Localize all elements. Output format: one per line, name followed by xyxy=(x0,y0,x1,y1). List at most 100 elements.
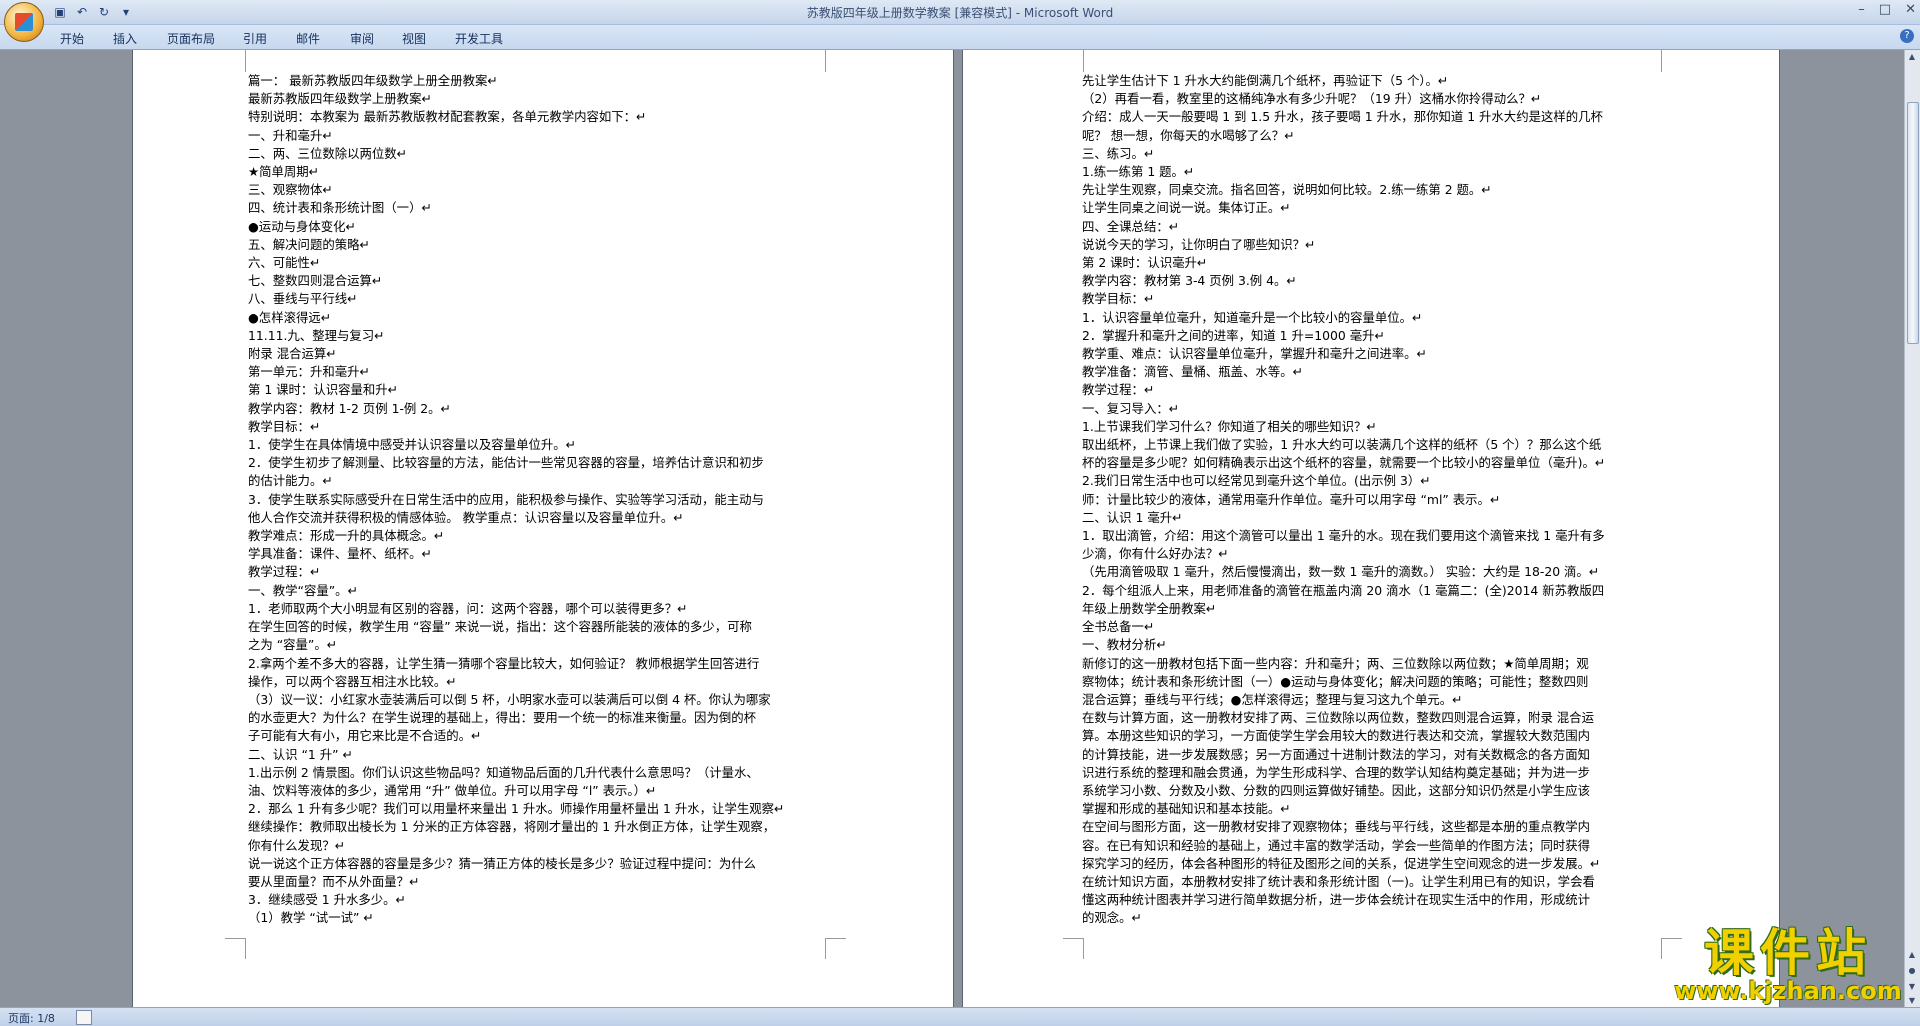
close-icon[interactable]: ✕ xyxy=(1905,2,1916,17)
text-line: 容。在已有知识和经验的基础上，通过丰富的数学活动，学会一些简单的作图方法；同时获… xyxy=(1082,837,1591,853)
text-line: 你有什么发现？↵ xyxy=(248,837,346,853)
crop-mark xyxy=(225,938,246,959)
text-line: 的观念。↵ xyxy=(1082,910,1142,926)
window-title: 苏教版四年级上册数学教案 [兼容模式] - Microsoft Word xyxy=(806,6,1114,20)
tab-insert[interactable]: 插入 xyxy=(113,30,137,47)
text-line: 二、两、三位数除以两位数↵ xyxy=(248,145,408,161)
document-page-right[interactable]: 先让学生估计下 1 升水大约能倒满几个纸杯，再验证下（5 个）。↵ （2）再看一看… xyxy=(963,50,1779,1010)
page-right-text: 先让学生估计下 1 升水大约能倒满几个纸杯，再验证下（5 个）。↵ （2）再看一看… xyxy=(1082,72,1605,928)
text-line: 呢？ 想一想，你每天的水喝够了么？↵ xyxy=(1082,127,1295,143)
text-line: 三、练习。↵ xyxy=(1082,145,1155,161)
text-line: 识进行系统的整理和融会贯通，为学生形成科学、合理的数学认知结构奠定基础；并为进一… xyxy=(1082,764,1591,780)
text-line: 的计算技能，进一步发展数感；另一方面通过十进制计数法的学习，对有关数概念的各方面… xyxy=(1082,746,1591,762)
page-left-text: 篇一： 最新苏教版四年级数学上册全册教案↵ 最新苏教版四年级数学上册教案↵ 特别… xyxy=(248,72,784,928)
text-line: 混合运算；垂线与平行线；●怎样滚得远；整理与复习这九个单元。↵ xyxy=(1082,691,1463,707)
text-line: 第 1 课时：认识容量和升↵ xyxy=(248,382,399,398)
text-line: 2.我们日常生活中也可以经常见到毫升这个单位。(出示例 3）↵ xyxy=(1082,473,1431,489)
watermark-title: 课件站 xyxy=(1704,924,1872,982)
text-line: （2）再看一看，教室里的这桶纯净水有多少升呢？（19 升）这桶水你拎得动么？↵ xyxy=(1082,91,1542,107)
text-line: （1）教学 “试一试” ↵ xyxy=(248,910,374,926)
text-line: 二、认识 “1 升” ↵ xyxy=(248,746,353,762)
text-line: （先用滴管吸取 1 毫升，然后慢慢滴出，数一数 1 毫升的滴数。） 实验：大约是… xyxy=(1082,564,1600,580)
text-line: 说说今天的学习，让你明白了哪些知识？↵ xyxy=(1082,236,1316,252)
prev-page-icon[interactable]: ▲ xyxy=(1907,950,1917,960)
text-line: 三、观察物体↵ xyxy=(248,182,333,198)
text-line: 教学过程：↵ xyxy=(1082,382,1155,398)
tab-mailings[interactable]: 邮件 xyxy=(296,30,320,47)
text-line: 探究学习的经历，体会各种图形的特征及图形之间的关系，促进学生空间观念的进一步发展… xyxy=(1082,855,1601,871)
tab-page-layout[interactable]: 页面布局 xyxy=(167,30,215,47)
text-line: 六、可能性↵ xyxy=(248,255,321,271)
text-line: 的估计能力。↵ xyxy=(248,473,333,489)
document-page-left[interactable]: 篇一： 最新苏教版四年级数学上册全册教案↵ 最新苏教版四年级数学上册教案↵ 特别… xyxy=(133,50,953,1010)
text-line: 3．使学生联系实际感受升在日常生活中的应用，能积极参与操作、实验等学习活动，能主… xyxy=(248,491,764,507)
text-line: 教学内容：教材 1-2 页例 1-例 2。↵ xyxy=(248,400,451,416)
office-button[interactable] xyxy=(4,2,44,42)
scroll-down-icon[interactable]: ▼ xyxy=(1907,996,1917,1006)
window-controls: – □ ✕ xyxy=(1858,2,1916,17)
text-line: 一、教学“容量”。↵ xyxy=(248,582,358,598)
text-line: 教学过程：↵ xyxy=(248,564,321,580)
text-line: 2．那么 1 升有多少呢？我们可以用量杯来量出 1 升水。师操作用量杯量出 1 … xyxy=(248,801,785,817)
text-line: 1．取出滴管，介绍：用这个滴管可以量出 1 毫升的水。现在我们要用这个滴管来找 … xyxy=(1082,528,1605,544)
crop-mark xyxy=(1063,50,1084,72)
tab-review[interactable]: 审阅 xyxy=(350,30,374,47)
minimize-icon[interactable]: – xyxy=(1858,2,1865,17)
office-logo-icon xyxy=(15,13,33,31)
text-line: 附录 混合运算↵ xyxy=(248,346,337,362)
text-line: 取出纸杯，上节课上我们做了实验，1 升水大约可以装满几个这样的纸杯（5 个）？那… xyxy=(1082,437,1602,453)
text-line: 新修订的这一册教材包括下面一些内容：升和毫升；两、三位数除以两位数；★简单周期；… xyxy=(1082,655,1589,671)
text-line: 他人合作交流并获得积极的情感体验。 教学重点：认识容量以及容量单位升。↵ xyxy=(248,509,684,525)
text-line: 教学难点：形成一升的具体概念。↵ xyxy=(248,528,445,544)
text-line: 四、统计表和条形统计图（一）↵ xyxy=(248,200,432,216)
text-line: 八、垂线与平行线↵ xyxy=(248,291,358,307)
text-line: 2．每个组派人上来，用老师准备的滴管在瓶盖内滴 20 滴水（1 毫篇二：(全)2… xyxy=(1082,582,1605,598)
text-line: 年级上册数学全册教案↵ xyxy=(1082,600,1217,616)
proofing-icon[interactable] xyxy=(76,1010,92,1025)
text-line: 1．认识容量单位毫升，知道毫升是一个比较小的容量单位。↵ xyxy=(1082,309,1423,325)
text-line: 之为 “容量”。↵ xyxy=(248,637,338,653)
text-line: 先让学生观察，同桌交流。指名回答，说明如何比较。2.练一练第 2 题。↵ xyxy=(1082,182,1492,198)
text-line: 介绍：成人一天一般要喝 1 到 1.5 升水，孩子要喝 1 升水，那你知道 1 … xyxy=(1082,109,1603,125)
text-line: 让学生同桌之间说一说。集体订正。↵ xyxy=(1082,200,1291,216)
text-line: 在空间与图形方面，这一册教材安排了观察物体；垂线与平行线，这些都是本册的重点教学… xyxy=(1082,819,1591,835)
crop-mark xyxy=(225,50,246,72)
scroll-thumb[interactable] xyxy=(1907,102,1919,344)
scroll-up-icon[interactable]: ▲ xyxy=(1907,52,1917,62)
text-line: 特别说明：本教案为 最新苏教版教材配套教案，各单元教学内容如下：↵ xyxy=(248,109,647,125)
tab-home[interactable]: 开始 xyxy=(60,30,84,47)
browse-object-icon[interactable]: ● xyxy=(1907,966,1917,976)
text-line: 要从里面量？而不从外面量？↵ xyxy=(248,873,420,889)
text-line: （3）议一议：小红家水壶装满后可以倒 5 杯，小明家水壶可以装满后可以倒 4 杯… xyxy=(248,691,771,707)
tab-developer[interactable]: 开发工具 xyxy=(455,30,503,47)
text-line: 一、教材分析↵ xyxy=(1082,637,1167,653)
help-icon[interactable]: ? xyxy=(1900,29,1914,43)
text-line: 全书总备一↵ xyxy=(1082,619,1155,635)
text-line: 系统学习小数、分数及小数、分数的四则运算做好铺垫。因此，这部分知识仍然是小学生应… xyxy=(1082,782,1591,798)
text-line: 五、解决问题的策略↵ xyxy=(248,236,370,252)
title-bar: ▣ ↶ ↻ ▾ 苏教版四年级上册数学教案 [兼容模式] - Microsoft … xyxy=(0,0,1920,25)
text-line: 懂这两种统计图表并学习进行简单数据分析，进一步体会统计在现实生活中的作用，形成统… xyxy=(1082,892,1591,908)
text-line: 在学生回答的时候，教学生用 “容量” 来说一说，指出：这个容器所能装的液体的多少… xyxy=(248,619,752,635)
text-line: 最新苏教版四年级数学上册教案↵ xyxy=(248,91,432,107)
text-line: 的水壶更大？为什么？在学生说理的基础上，得出：要用一个统一的标准来衡量。因为倒的… xyxy=(248,710,757,726)
text-line: 一、升和毫升↵ xyxy=(248,127,333,143)
text-line: 掌握和形成的基础知识和基本技能。↵ xyxy=(1082,801,1291,817)
tab-references[interactable]: 引用 xyxy=(243,30,267,47)
text-line: 少滴，你有什么好办法？↵ xyxy=(1082,546,1229,562)
watermark-logo: 课件站 www.kjzhan.com xyxy=(1668,925,1908,1005)
text-line: 继续操作：教师取出棱长为 1 分米的正方体容器，将刚才量出的 1 升水倒正方体，… xyxy=(248,819,776,835)
text-line: 察物体；统计表和条形统计图（一）●运动与身体变化；解决问题的策略；可能性；整数四… xyxy=(1082,673,1589,689)
text-line: 说一说这个正方体容器的容量是多少？猜一猜正方体的棱长是多少？验证过程中提问：为什… xyxy=(248,855,757,871)
next-page-icon[interactable]: ▼ xyxy=(1907,982,1917,992)
text-line: 1．使学生在具体情境中感受并认识容量以及容量单位升。↵ xyxy=(248,437,577,453)
crop-mark xyxy=(1063,938,1084,959)
tab-view[interactable]: 视图 xyxy=(402,30,426,47)
text-line: 七、整数四则混合运算↵ xyxy=(248,273,383,289)
vertical-scrollbar[interactable]: ▲ ▲ ● ▼ ▼ xyxy=(1904,50,1920,1010)
maximize-icon[interactable]: □ xyxy=(1879,2,1891,17)
crop-mark xyxy=(825,938,846,959)
text-line: 第一单元：升和毫升↵ xyxy=(248,364,370,380)
status-page-number[interactable]: 页面: 1/8 xyxy=(8,1010,55,1026)
text-line: 第 2 课时：认识毫升↵ xyxy=(1082,255,1208,271)
